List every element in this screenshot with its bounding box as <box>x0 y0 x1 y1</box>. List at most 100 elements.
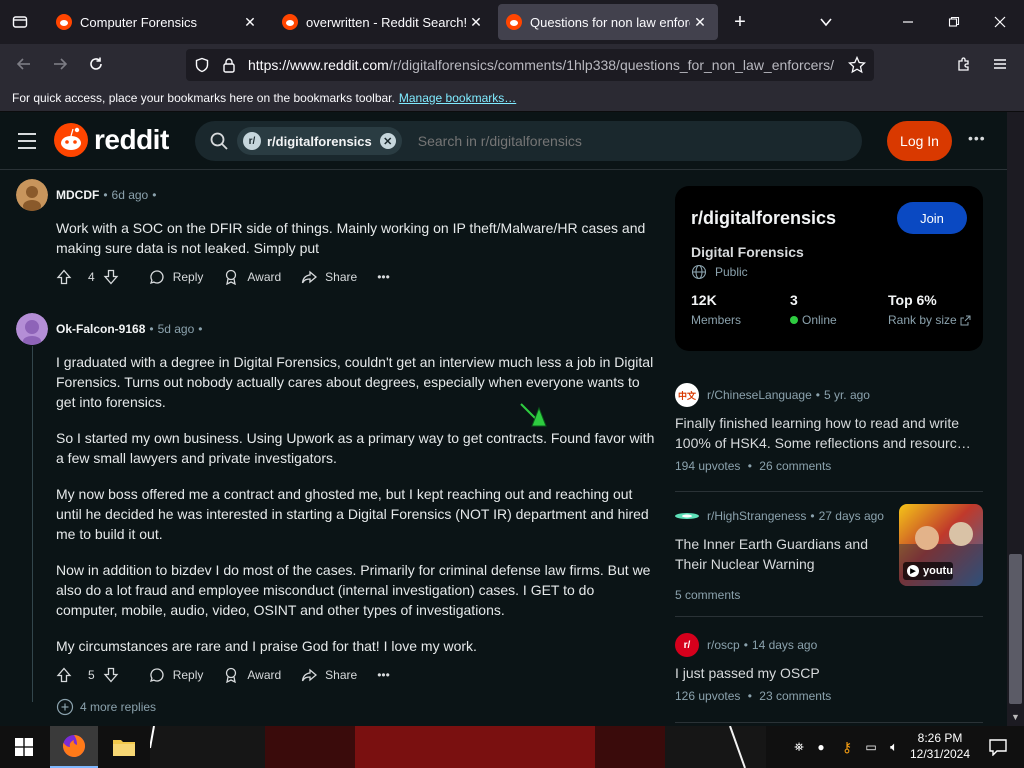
recommended-stats: 194 upvotes • 26 comments <box>675 459 983 473</box>
more-options-icon[interactable]: ••• <box>968 130 986 146</box>
close-tab-icon[interactable]: ✕ <box>466 12 486 32</box>
subreddit-search-chip[interactable]: r/ r/digitalforensics ✕ <box>237 127 402 155</box>
start-button[interactable] <box>0 726 48 768</box>
app-menu-button[interactable] <box>988 52 1012 76</box>
tab-questions-non-law-enforcers[interactable]: Questions for non law enforcers ✕ <box>498 4 718 40</box>
vote-count: 4 <box>88 270 95 284</box>
rank-row[interactable]: Rank by size <box>888 313 971 327</box>
firefox-view-button[interactable] <box>8 10 32 34</box>
manage-bookmarks-link[interactable]: Manage bookmarks… <box>399 91 516 105</box>
more-icon: ••• <box>377 668 390 682</box>
recommended-title[interactable]: Finally finished learning how to read an… <box>675 413 983 453</box>
browser-tab-strip: Computer Forensics ✕ overwritten - Reddi… <box>0 0 1024 44</box>
share-button[interactable]: Share <box>301 667 357 683</box>
tab-overwritten-search[interactable]: overwritten - Reddit Search! ✕ <box>274 4 494 40</box>
comment-author[interactable]: MDCDF <box>56 188 99 202</box>
windows-taskbar: ⛯ ● ⚷ ▭ 🔈︎ 8:26 PM 12/31/2024 <box>0 726 1024 768</box>
login-button[interactable]: Log In <box>887 121 952 161</box>
recommended-title[interactable]: The Inner Earth Guardians and Their Nucl… <box>675 534 875 574</box>
tracking-protection-shield-icon[interactable] <box>194 57 210 73</box>
separator-dot: • <box>747 459 752 473</box>
page-scrollbar[interactable]: ▼ <box>1007 112 1024 726</box>
minimize-window-button[interactable] <box>896 10 920 34</box>
upvote-button[interactable] <box>56 667 80 683</box>
taskbar-background-art <box>150 726 746 768</box>
share-button[interactable]: Share <box>301 269 357 285</box>
taskbar-file-explorer[interactable] <box>100 726 148 768</box>
url-text[interactable]: https://www.reddit.com/r/digitalforensic… <box>248 57 838 73</box>
rank-label: Rank by size <box>888 313 957 327</box>
network-status-icon[interactable]: ⛯ <box>790 726 808 768</box>
reload-button[interactable] <box>84 52 108 76</box>
reply-button[interactable]: Reply <box>149 667 203 683</box>
recommended-title[interactable]: I just passed my OSCP <box>675 663 983 683</box>
join-button[interactable]: Join <box>897 202 967 234</box>
downvote-arrow-icon <box>103 667 119 683</box>
water-drop-icon[interactable]: ● <box>812 726 830 768</box>
recommended-post[interactable]: r/HighStrangeness • 27 days ago The Inne… <box>675 504 983 602</box>
key-icon[interactable]: ⚷ <box>838 726 856 768</box>
avatar[interactable] <box>16 313 48 345</box>
taskbar-firefox[interactable] <box>50 726 98 768</box>
bookmark-star-icon[interactable] <box>848 56 866 74</box>
taskbar-empty-area <box>150 726 766 768</box>
forward-button[interactable] <box>48 52 72 76</box>
search-input[interactable] <box>415 132 816 150</box>
recommended-post[interactable]: r/ r/oscp • 14 days ago I just passed my… <box>675 633 983 703</box>
downvote-button[interactable] <box>103 667 127 683</box>
tab-computer-forensics[interactable]: Computer Forensics ✕ <box>48 4 268 40</box>
scrollbar-thumb[interactable] <box>1009 554 1022 704</box>
comment-bubble-icon <box>149 668 164 683</box>
notification-center-button[interactable] <box>980 726 1016 768</box>
more-replies-button[interactable]: 4 more replies <box>56 698 156 716</box>
reply-button[interactable]: Reply <box>149 269 203 285</box>
close-window-button[interactable] <box>988 10 1012 34</box>
comment-paragraph: My now boss offered me a contract and gh… <box>56 486 649 542</box>
downvote-button[interactable] <box>103 269 127 285</box>
comment-actions: 5 Reply Award Share ••• <box>56 663 410 687</box>
lock-icon[interactable] <box>222 57 236 73</box>
recommended-subreddit[interactable]: r/oscp <box>707 638 740 652</box>
address-bar[interactable]: https://www.reddit.com/r/digitalforensic… <box>186 49 874 81</box>
comment-bubble-icon <box>149 270 164 285</box>
award-button[interactable]: Award <box>223 269 281 285</box>
close-tab-icon[interactable]: ✕ <box>240 12 260 32</box>
award-button[interactable]: Award <box>223 667 281 683</box>
recommended-post[interactable]: 中文 r/ChineseLanguage • 5 yr. ago Finally… <box>675 383 983 473</box>
comment-author[interactable]: Ok-Falcon-9168 <box>56 322 145 336</box>
reddit-logo[interactable]: reddit <box>54 123 169 157</box>
subreddit-display-name: Digital Forensics <box>691 244 804 260</box>
reddit-wordmark: reddit <box>94 124 169 155</box>
reddit-menu-button[interactable] <box>16 131 38 151</box>
upvote-arrow-icon <box>56 269 72 285</box>
upvote-button[interactable] <box>56 269 80 285</box>
restore-window-button[interactable] <box>942 10 966 34</box>
recommended-subreddit[interactable]: r/HighStrangeness <box>707 509 806 523</box>
scroll-down-arrow-icon[interactable]: ▼ <box>1011 712 1020 722</box>
reddit-favicon-icon <box>506 14 522 30</box>
new-tab-button[interactable]: + <box>728 10 752 34</box>
thread-line[interactable] <box>32 346 33 702</box>
thumbnail-source: ▶ youtu <box>907 565 953 577</box>
back-button[interactable] <box>12 52 36 76</box>
list-all-tabs-button[interactable] <box>814 10 838 34</box>
comment-more-button[interactable]: ••• <box>377 270 390 284</box>
avatar[interactable] <box>16 179 48 211</box>
separator-dot: • <box>815 388 820 402</box>
reddit-search-bar[interactable]: r/ r/digitalforensics ✕ <box>195 121 862 161</box>
extensions-button[interactable] <box>952 52 976 76</box>
computer-network-icon[interactable]: ▭ <box>862 726 880 768</box>
chevron-down-icon <box>820 18 832 27</box>
recommended-subreddit[interactable]: r/ChineseLanguage <box>707 388 812 402</box>
post-thumbnail[interactable]: ▶ youtu <box>899 504 983 586</box>
upvote-arrow-icon <box>56 667 72 683</box>
close-tab-icon[interactable]: ✕ <box>690 12 710 32</box>
taskbar-clock[interactable]: 8:26 PM 12/31/2024 <box>908 730 972 762</box>
thumbnail-label: youtu <box>923 565 953 577</box>
comment-more-button[interactable]: ••• <box>377 668 390 682</box>
remove-chip-icon[interactable]: ✕ <box>379 133 396 149</box>
plus-icon: + <box>734 10 746 33</box>
volume-icon[interactable]: 🔈︎ <box>884 726 904 768</box>
comment-paragraph: Work with a SOC on the DFIR side of thin… <box>56 220 646 256</box>
sidebar-subreddit-name[interactable]: r/digitalforensics <box>691 208 836 229</box>
